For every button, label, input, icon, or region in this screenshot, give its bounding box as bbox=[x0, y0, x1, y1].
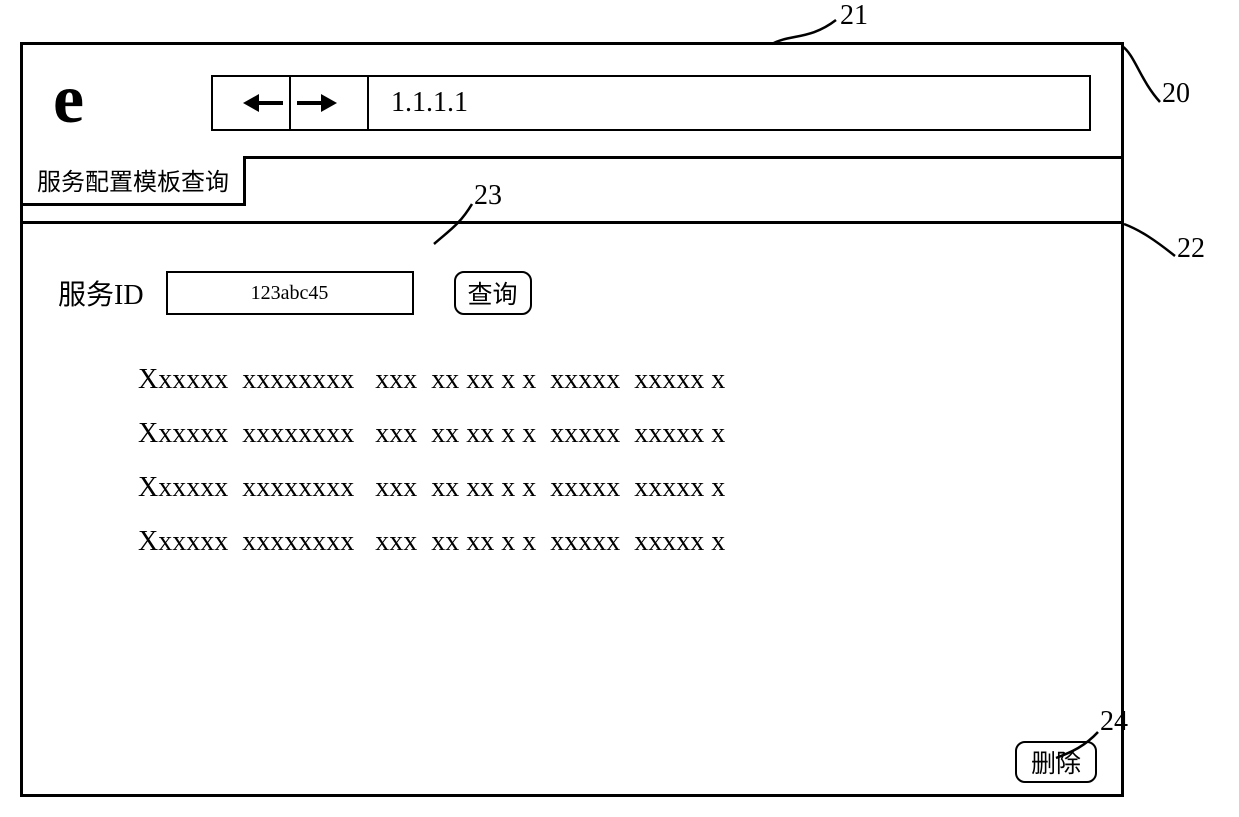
service-id-input[interactable]: 123abc45 bbox=[166, 271, 414, 315]
arrow-left-icon bbox=[243, 94, 259, 112]
delete-button[interactable]: 删除 bbox=[1015, 741, 1097, 783]
content-area: 服务ID 123abc45 查询 Xxxxxx xxxxxxxx xxx xx … bbox=[23, 227, 1121, 795]
result-line: Xxxxxx xxxxxxxx xxx xx xx x x xxxxx xxxx… bbox=[138, 364, 725, 395]
query-button[interactable]: 查询 bbox=[454, 271, 532, 315]
callout-20: 20 bbox=[1162, 78, 1190, 110]
tab-service-config-query[interactable]: 服务配置模板查询 bbox=[20, 156, 246, 206]
nav-group: 1.1.1.1 bbox=[211, 75, 1091, 131]
query-results: Xxxxxx xxxxxxxx xxx xx xx x x xxxxx xxxx… bbox=[138, 353, 725, 569]
browser-logo: e bbox=[53, 65, 82, 135]
url-input[interactable]: 1.1.1.1 bbox=[369, 77, 1089, 129]
arrow-right-icon bbox=[321, 94, 337, 112]
callout-22: 22 bbox=[1177, 233, 1205, 265]
tab-bar: 服务配置模板查询 bbox=[20, 156, 1124, 224]
service-id-label: 服务ID bbox=[58, 273, 144, 313]
canvas: 21 20 22 23 24 e 1.1.1.1 服务配置模板查询 bbox=[0, 0, 1239, 817]
query-row: 服务ID 123abc45 查询 bbox=[58, 271, 532, 315]
result-line: Xxxxxx xxxxxxxx xxx xx xx x x xxxxx xxxx… bbox=[138, 526, 725, 557]
callout-21: 21 bbox=[840, 0, 868, 32]
address-bar: e 1.1.1.1 bbox=[23, 45, 1121, 159]
back-button[interactable] bbox=[213, 77, 291, 129]
browser-window: e 1.1.1.1 服务配置模板查询 服务ID 123abc45 查询 Xxxx… bbox=[20, 42, 1124, 797]
result-line: Xxxxxx xxxxxxxx xxx xx xx x x xxxxx xxxx… bbox=[138, 418, 725, 449]
forward-button[interactable] bbox=[291, 77, 369, 129]
result-line: Xxxxxx xxxxxxxx xxx xx xx x x xxxxx xxxx… bbox=[138, 472, 725, 503]
